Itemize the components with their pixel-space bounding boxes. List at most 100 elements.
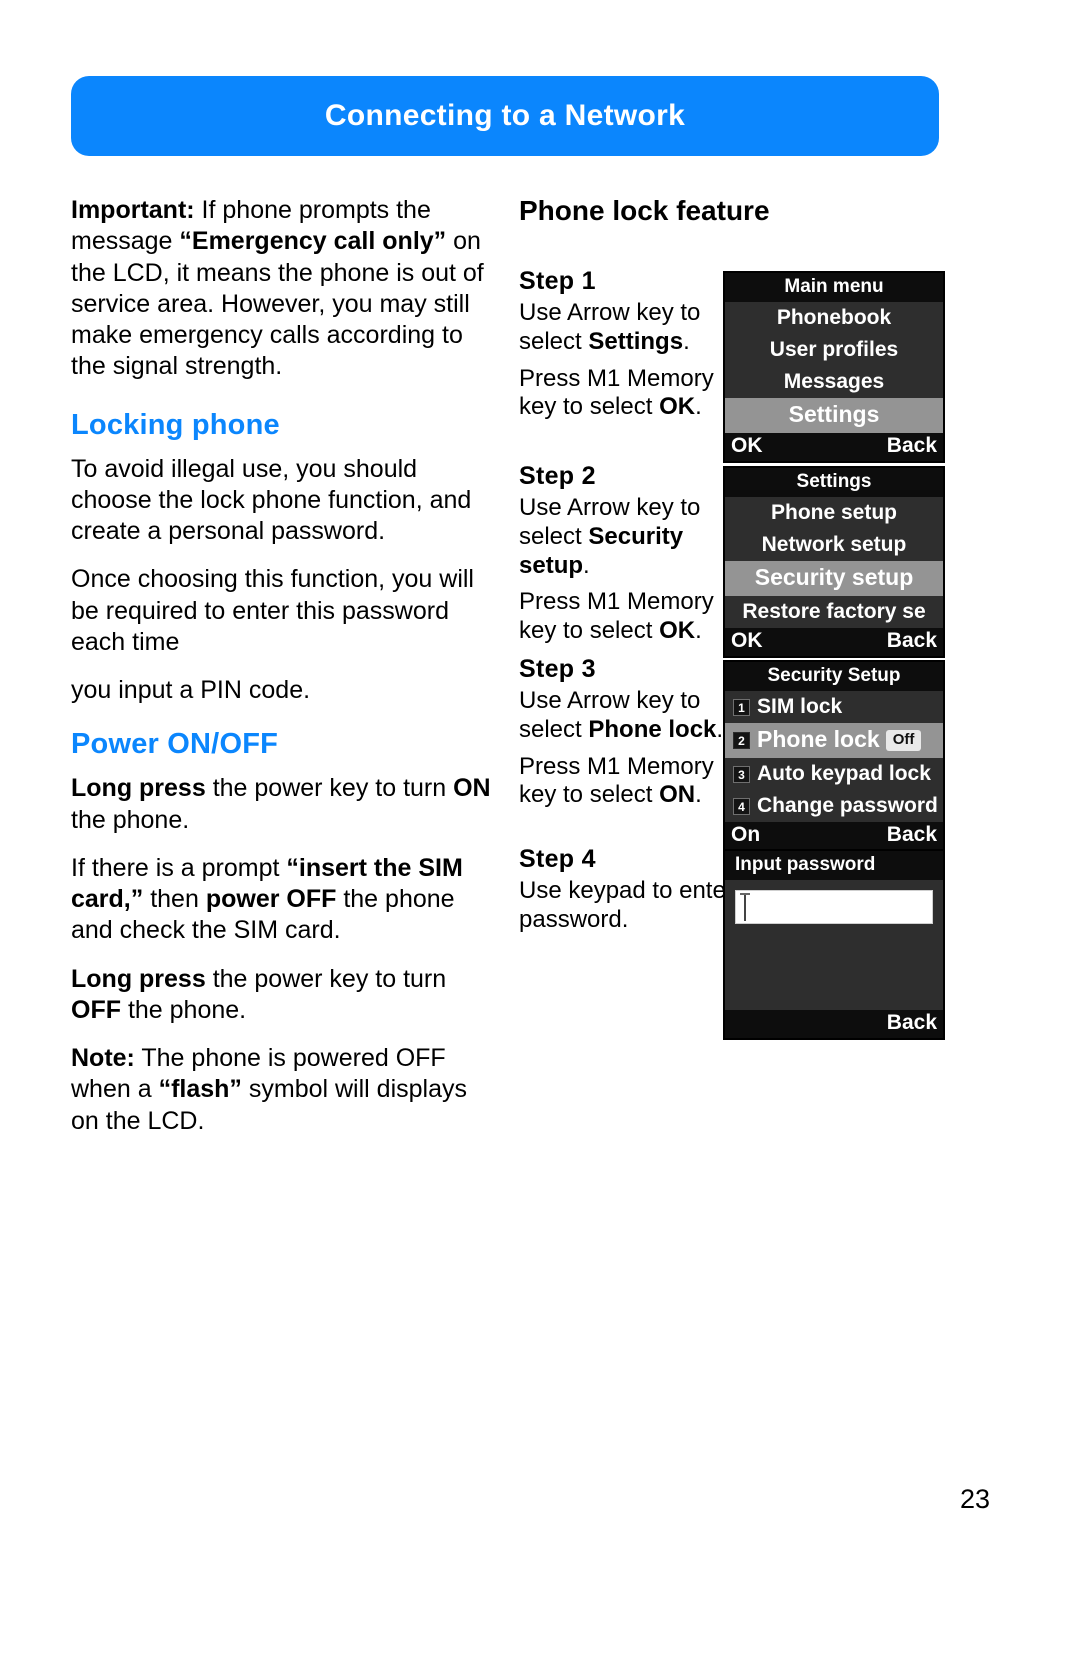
- softkey-back-input-password[interactable]: Back: [887, 1011, 937, 1035]
- lcd-screen-settings: Settings Phone setup Network setup Secur…: [723, 466, 945, 658]
- left-text-column: Important: If phone prompts the message …: [71, 195, 496, 1154]
- lcd-item-phone-setup[interactable]: Phone setup: [725, 497, 943, 529]
- locking-phone-heading: Locking phone: [71, 408, 280, 441]
- lcd-softkeys-security-setup: On Back: [725, 822, 943, 850]
- lcd-item-user-profiles[interactable]: User profiles: [725, 334, 943, 366]
- step-2-line1-c: .: [583, 551, 590, 579]
- step-1-line1-c: .: [683, 327, 690, 355]
- important-quote: “Emergency call only”: [179, 227, 447, 256]
- power-p2-text-a: If there is a prompt: [71, 853, 287, 882]
- step-3-line2-b: ON: [659, 781, 696, 809]
- lcd-screen-input-password: Input password Back: [723, 849, 945, 1040]
- lcd-softkeys-input-password: Back: [725, 1009, 943, 1038]
- step-1-line2-b: OK: [659, 393, 696, 421]
- power-p3-bold-c: OFF: [71, 995, 121, 1024]
- locking-phone-paragraph-2: Once choosing this function, you will be…: [71, 565, 474, 656]
- power-p1-bold-c: ON: [453, 774, 491, 803]
- softkey-back-main-menu[interactable]: Back: [887, 434, 937, 458]
- right-instructions-column: Phone lock feature: [519, 195, 949, 265]
- list-number-icon: 3: [733, 765, 750, 783]
- step-1-block: Step 1 Use Arrow key to select Settings.…: [519, 267, 734, 422]
- lcd-item-settings[interactable]: Settings: [725, 398, 943, 433]
- step-3-line1-b: Phone lock: [588, 715, 717, 743]
- power-p3-text-d: the phone.: [121, 995, 247, 1024]
- power-p2-text-c: then: [143, 885, 206, 913]
- lcd-softkeys-settings: OK Back: [725, 628, 943, 656]
- lcd-item-auto-keypad-lock-label: Auto keypad lock: [757, 761, 931, 785]
- power-p3-bold-a: Long press: [71, 964, 206, 993]
- step-3-line2-c: .: [695, 781, 702, 809]
- softkey-back-security-setup[interactable]: Back: [887, 823, 937, 847]
- power-paragraph-2: If there is a prompt “insert the SIM car…: [71, 853, 496, 947]
- text-caret-icon: [740, 892, 750, 921]
- locking-phone-paragraph-3: you input a PIN code.: [71, 676, 311, 704]
- phone-lock-feature-heading: Phone lock feature: [519, 195, 770, 226]
- page-title: Connecting to a Network: [324, 99, 686, 132]
- lcd-screen-security-setup: Security Setup 1 SIM lock 2 Phone lock Off …: [723, 660, 945, 852]
- list-number-icon: 4: [733, 797, 750, 815]
- password-input[interactable]: [735, 889, 933, 924]
- step-1-label: Step 1: [519, 267, 596, 295]
- softkey-back-settings[interactable]: Back: [887, 629, 937, 653]
- power-p1-text-b: the power key to turn: [205, 774, 454, 803]
- note-bold-flash: “flash”: [158, 1075, 242, 1104]
- lcd-item-messages[interactable]: Messages: [725, 366, 943, 398]
- step-2-line-2: Press M1 Memory key to select OK.: [519, 588, 734, 646]
- power-p1-text-d: the phone.: [71, 805, 190, 834]
- lcd-item-network-setup[interactable]: Network setup: [725, 529, 943, 561]
- lcd-item-phonebook[interactable]: Phonebook: [725, 302, 943, 334]
- power-paragraph-1: Long press the power key to turn ON the …: [71, 773, 496, 836]
- phone-lock-state-badge: Off: [885, 730, 922, 752]
- softkey-on-security-setup[interactable]: On: [731, 823, 760, 847]
- lcd-item-sim-lock-label: SIM lock: [757, 694, 843, 718]
- lcd-item-phone-lock[interactable]: 2 Phone lock Off: [725, 723, 943, 758]
- step-4-label: Step 4: [519, 845, 596, 873]
- power-p2-bold-d: power OFF: [205, 885, 337, 913]
- lcd-password-area: [725, 879, 943, 1010]
- power-note-paragraph: Note: The phone is powered OFF when a “f…: [71, 1043, 496, 1137]
- power-p1-bold-a: Long press: [71, 774, 206, 803]
- step-2-line-1: Use Arrow key to select Security setup.: [519, 494, 734, 580]
- lcd-softkeys-main-menu: OK Back: [725, 433, 943, 461]
- lcd-title-settings: Settings: [725, 468, 943, 497]
- step-4-block: Step 4 Use keypad to enter password.: [519, 845, 734, 935]
- step-1-line-1: Use Arrow key to select Settings.: [519, 299, 734, 357]
- lcd-item-change-password-label: Change password: [757, 793, 938, 817]
- softkey-ok-settings[interactable]: OK: [731, 629, 763, 653]
- note-lead: Note:: [71, 1044, 135, 1072]
- power-paragraph-3: Long press the power key to turn OFF the…: [71, 964, 496, 1027]
- softkey-ok-main-menu[interactable]: OK: [731, 434, 763, 458]
- page-header-banner: Connecting to a Network: [71, 76, 939, 156]
- lcd-list-security-setup: 1 SIM lock 2 Phone lock Off 3 Auto keypad lo…: [725, 690, 943, 822]
- lcd-title-main-menu: Main menu: [725, 273, 943, 302]
- step-3-label: Step 3: [519, 655, 596, 683]
- important-lead: Important:: [71, 196, 195, 224]
- lcd-item-security-setup[interactable]: Security setup: [725, 561, 943, 596]
- step-2-line2-c: .: [695, 617, 702, 645]
- lcd-item-auto-keypad-lock[interactable]: 3 Auto keypad lock: [725, 758, 943, 790]
- lcd-list-main-menu: Phonebook User profiles Messages Setting…: [725, 301, 943, 433]
- step-2-block: Step 2 Use Arrow key to select Security …: [519, 462, 734, 646]
- lcd-item-phone-lock-label: Phone lock: [757, 726, 880, 753]
- step-2-line2-b: OK: [659, 617, 696, 645]
- power-p3-text-b: the power key to turn: [205, 964, 447, 993]
- lcd-list-settings: Phone setup Network setup Security setup…: [725, 496, 943, 628]
- step-3-line-2: Press M1 Memory key to select ON.: [519, 753, 734, 811]
- important-paragraph: Important: If phone prompts the message …: [71, 195, 496, 383]
- step-3-line-1: Use Arrow key to select Phone lock.: [519, 687, 734, 745]
- lcd-item-restore-factory[interactable]: Restore factory se: [725, 596, 943, 628]
- list-number-icon: 1: [733, 698, 750, 716]
- power-on-off-heading: Power ON/OFF: [71, 728, 279, 761]
- step-4-line-1: Use keypad to enter password.: [519, 877, 734, 933]
- step-3-block: Step 3 Use Arrow key to select Phone loc…: [519, 655, 734, 810]
- step-2-label: Step 2: [519, 462, 596, 490]
- lcd-title-security-setup: Security Setup: [725, 662, 943, 691]
- lcd-title-input-password: Input password: [725, 851, 943, 880]
- step-1-line1-b: Settings: [588, 327, 684, 355]
- page-number: 23: [959, 1484, 990, 1514]
- step-1-line-2: Press M1 Memory key to select OK.: [519, 365, 734, 423]
- lcd-item-change-password[interactable]: 4 Change password: [725, 790, 943, 822]
- list-number-icon: 2: [733, 732, 750, 750]
- lcd-screen-main-menu: Main menu Phonebook User profiles Messag…: [723, 271, 945, 463]
- lcd-item-sim-lock[interactable]: 1 SIM lock: [725, 691, 943, 723]
